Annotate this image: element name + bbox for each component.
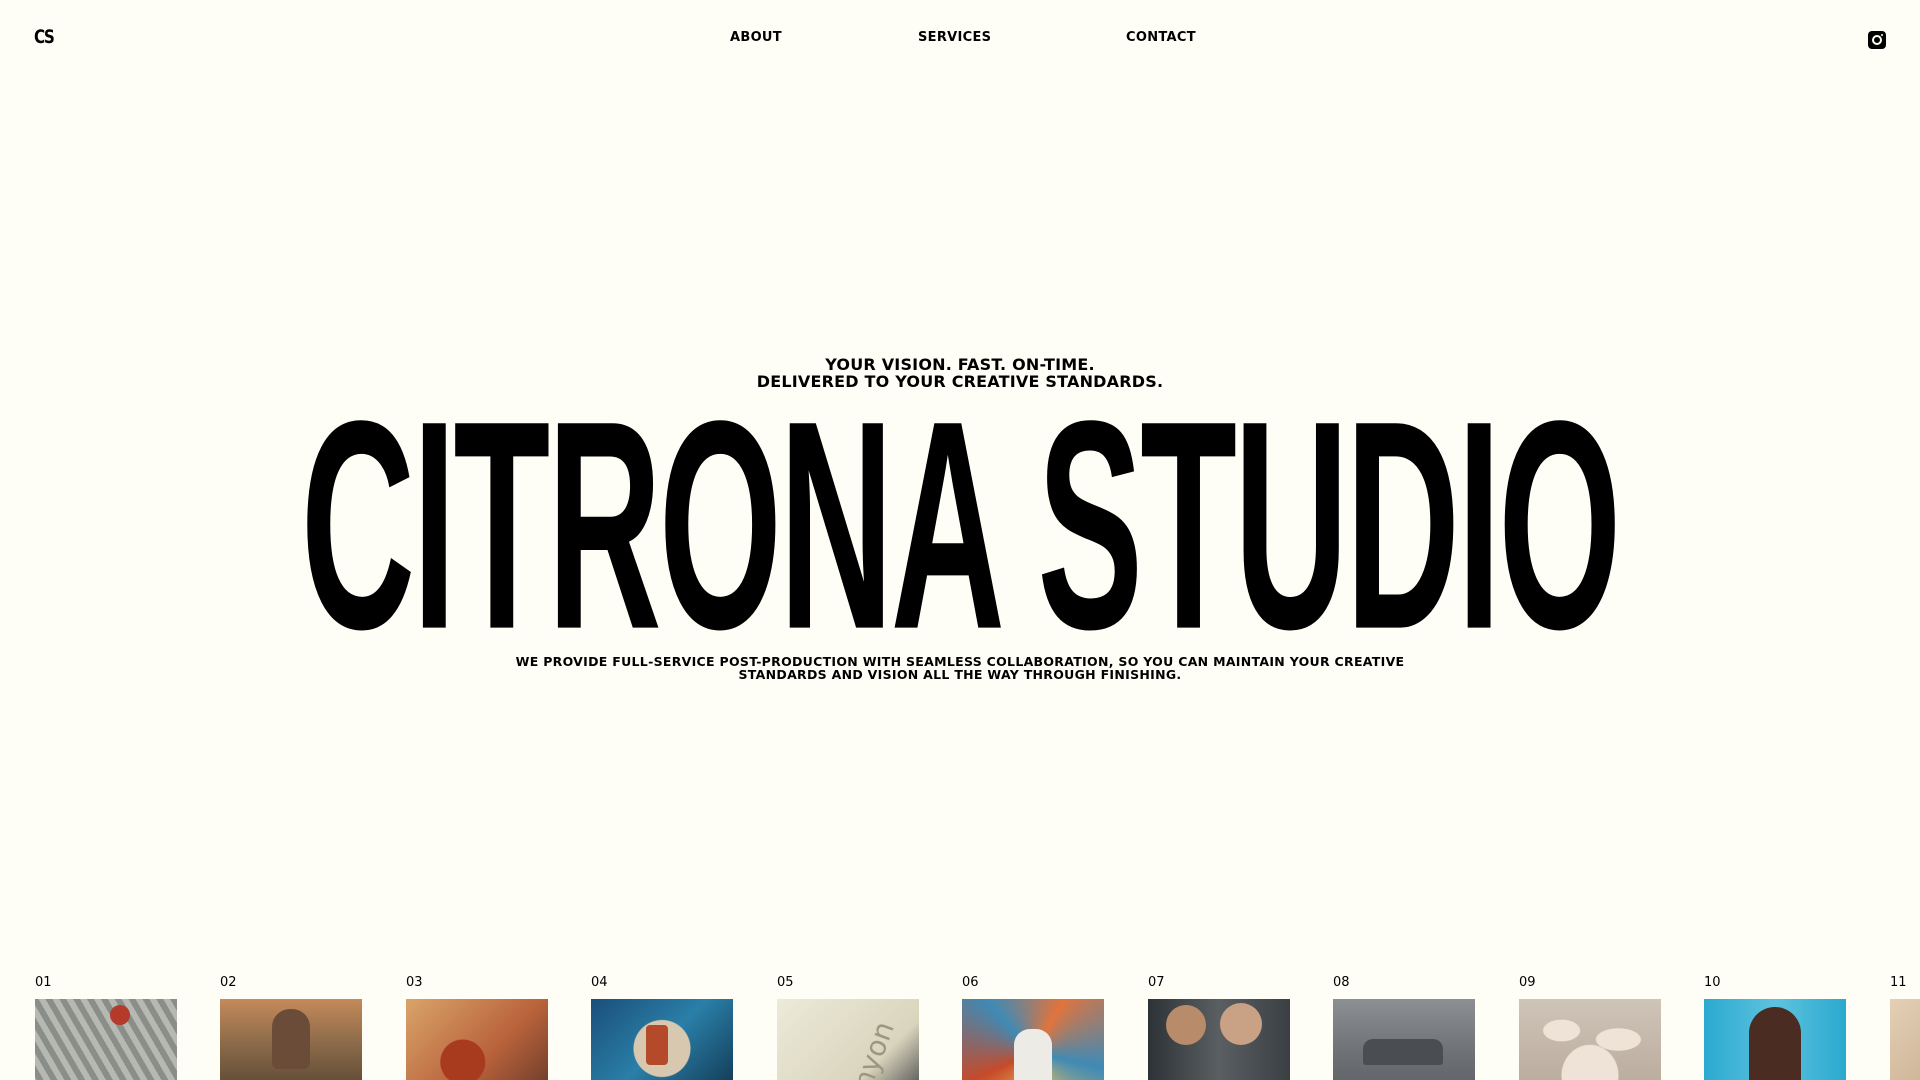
project-image[interactable] [1333, 999, 1475, 1080]
project-thumb-03[interactable]: 03 [406, 975, 548, 1080]
nav-services[interactable]: SERVICES [918, 30, 991, 45]
instagram-icon[interactable] [1868, 31, 1886, 49]
hero-description: WE PROVIDE FULL-SERVICE POST-PRODUCTION … [0, 655, 1920, 681]
project-number: 07 [1148, 975, 1165, 990]
project-image[interactable] [1890, 999, 1920, 1080]
project-number: 04 [591, 975, 608, 990]
project-number: 11 [1890, 975, 1907, 990]
hero-title-wrap: CITRONA STUDIO [0, 376, 1920, 673]
project-thumb-05[interactable]: 05 [777, 975, 919, 1080]
project-image[interactable] [1704, 999, 1846, 1080]
project-thumb-11[interactable]: 11 [1890, 975, 1920, 1080]
project-image[interactable] [35, 999, 177, 1080]
project-number: 09 [1519, 975, 1536, 990]
project-thumb-07[interactable]: 07 [1148, 975, 1290, 1080]
project-image[interactable] [220, 999, 362, 1080]
project-image[interactable] [1519, 999, 1661, 1080]
project-number: 08 [1333, 975, 1350, 990]
project-number: 03 [406, 975, 423, 990]
project-image[interactable] [1148, 999, 1290, 1080]
project-thumb-04[interactable]: 04 [591, 975, 733, 1080]
project-number: 02 [220, 975, 237, 990]
project-strip: 01 02 03 04 05 06 07 08 09 10 11 [0, 975, 1920, 1080]
project-thumb-01[interactable]: 01 [35, 975, 177, 1080]
project-number: 05 [777, 975, 794, 990]
project-number: 06 [962, 975, 979, 990]
project-image[interactable] [777, 999, 919, 1080]
project-number: 10 [1704, 975, 1721, 990]
main-nav: ABOUT SERVICES CONTACT [0, 30, 1920, 50]
nav-about[interactable]: ABOUT [730, 30, 782, 45]
hero-title: CITRONA STUDIO [301, 358, 1622, 691]
project-image[interactable] [591, 999, 733, 1080]
project-thumb-06[interactable]: 06 [962, 975, 1104, 1080]
project-thumb-02[interactable]: 02 [220, 975, 362, 1080]
nav-contact[interactable]: CONTACT [1126, 30, 1196, 45]
project-thumb-09[interactable]: 09 [1519, 975, 1661, 1080]
project-number: 01 [35, 975, 52, 990]
description-line-2: STANDARDS AND VISION ALL THE WAY THROUGH… [738, 667, 1182, 682]
project-image[interactable] [406, 999, 548, 1080]
project-thumb-08[interactable]: 08 [1333, 975, 1475, 1080]
project-image[interactable] [962, 999, 1104, 1080]
project-thumb-10[interactable]: 10 [1704, 975, 1846, 1080]
